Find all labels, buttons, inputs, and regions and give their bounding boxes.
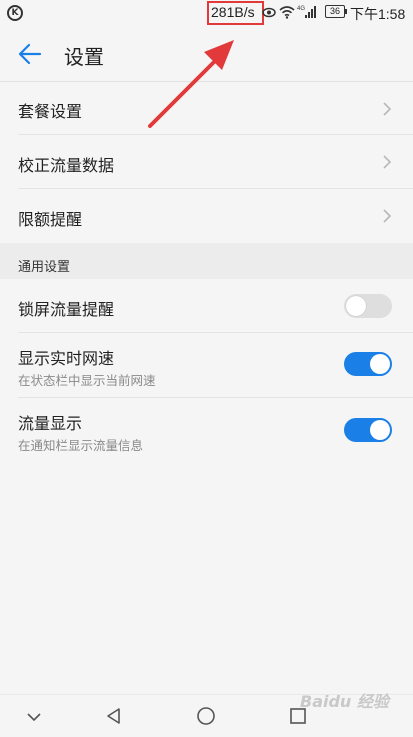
home-circle-icon[interactable] (191, 701, 221, 731)
back-triangle-icon[interactable] (99, 701, 129, 731)
setting-label: 显示实时网速 (18, 349, 115, 368)
toggle-knob (370, 420, 390, 440)
annotation-arrow (148, 40, 234, 128)
setting-subtitle: 在通知栏显示流量信息 (18, 438, 144, 453)
traffic-display-toggle[interactable] (344, 418, 392, 442)
setting-lockscreen-reminder[interactable]: 锁屏流量提醒 (0, 279, 413, 332)
setting-traffic-display[interactable]: 流量显示 在通知栏显示流量信息 (0, 398, 413, 462)
menu-item-label: 限额提醒 (18, 210, 83, 229)
setting-subtitle: 在状态栏中显示当前网速 (18, 373, 156, 388)
chevron-down-icon[interactable] (19, 701, 49, 731)
realtime-speed-toggle[interactable] (344, 352, 392, 376)
baidu-watermark: Baidu 经验 (300, 692, 389, 711)
setting-label: 流量显示 (18, 414, 83, 433)
lockscreen-reminder-toggle[interactable] (344, 294, 392, 318)
toggle-knob (346, 296, 366, 316)
chevron-right-icon (383, 209, 392, 223)
setting-label: 锁屏流量提醒 (18, 300, 115, 319)
setting-realtime-speed[interactable]: 显示实时网速 在状态栏中显示当前网速 (0, 333, 413, 397)
toggle-knob (370, 354, 390, 374)
section-header: 通用设置 (18, 260, 71, 275)
